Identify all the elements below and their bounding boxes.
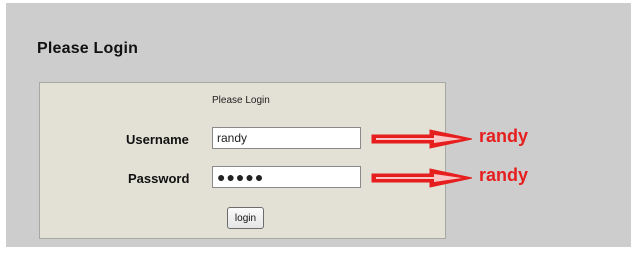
password-input[interactable] (212, 166, 361, 188)
password-label: Password (128, 171, 190, 186)
login-box-caption: Please Login (212, 95, 270, 106)
login-button[interactable]: login (227, 207, 264, 229)
right-arrow-icon (371, 129, 473, 149)
username-label: Username (126, 132, 189, 147)
username-input[interactable] (212, 127, 361, 149)
page-title: Please Login (37, 40, 139, 57)
right-arrow-icon (371, 168, 473, 188)
username-annotation: randy (479, 126, 529, 146)
password-annotation: randy (479, 165, 529, 185)
